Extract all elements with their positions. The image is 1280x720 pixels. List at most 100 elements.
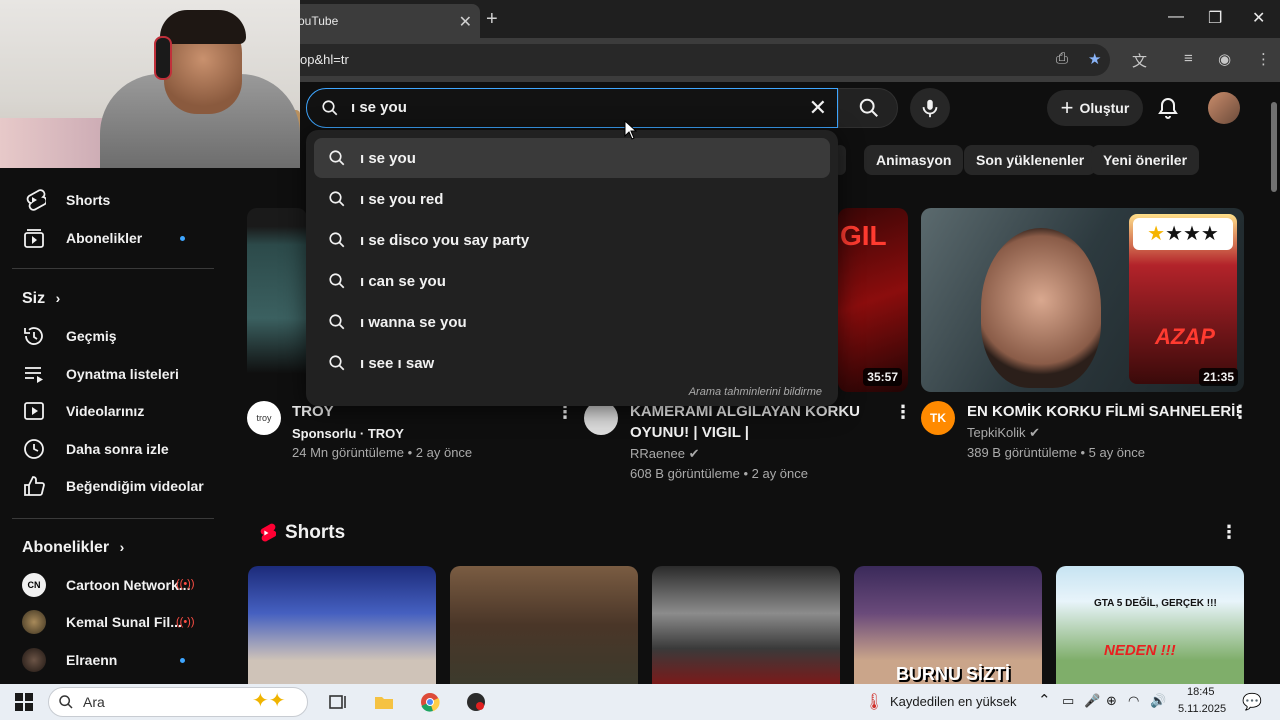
suggestion-item[interactable]: ı wanna se you (314, 302, 830, 342)
sidebar-you-header[interactable]: Siz › (22, 290, 60, 308)
microphone-tray-icon[interactable]: 🎤 (1084, 693, 1100, 709)
account-avatar[interactable] (1208, 92, 1240, 124)
chip-son-yuklenenler[interactable]: Son yüklenenler (964, 145, 1097, 175)
suggestion-text: ı see ı saw (360, 354, 435, 372)
suggestion-text: ı wanna se you (360, 313, 467, 331)
network-icon[interactable]: ⊕ (1106, 693, 1117, 709)
short-thumbnail[interactable] (248, 566, 436, 684)
webcam-headset (154, 36, 172, 80)
playlists-icon (25, 367, 43, 383)
minimize-icon[interactable]: — (1168, 8, 1184, 26)
sidebar-item-label: Geçmiş (66, 328, 117, 344)
video-thumbnail-troy[interactable] (247, 208, 307, 392)
short-overlay-text-2: NEDEN !!! (1104, 642, 1176, 659)
history-icon (24, 327, 43, 345)
chrome-icon[interactable] (420, 692, 440, 712)
sidebar-item-label: Beğendiğim videolar (66, 478, 204, 494)
short-thumbnail[interactable] (652, 566, 840, 684)
clock-time[interactable]: 18:45 (1187, 686, 1215, 698)
more-options-icon[interactable]: ⋮ (894, 402, 912, 423)
video-meta: 608 B görüntüleme • 2 ay önce (630, 466, 809, 481)
sidebar-item-liked-videos[interactable]: Beğendiğim videolar (12, 467, 212, 505)
video-thumbnail-tepkikolik[interactable]: ★★★★ AZAP 21:35 (921, 208, 1244, 392)
media-controls-icon[interactable]: ≡ (1184, 50, 1193, 67)
file-explorer-icon[interactable] (374, 692, 394, 712)
short-thumbnail[interactable]: GTA 5 DEĞİL, GERÇEK !!! NEDEN !!! (1056, 566, 1244, 684)
copilot-sparkle-icon[interactable]: ✦✦ (252, 688, 286, 713)
notifications-bell-icon[interactable] (1156, 96, 1180, 120)
short-thumbnail[interactable] (450, 566, 638, 684)
show-hidden-icons-icon[interactable]: ⌃ (1038, 691, 1051, 709)
address-bar[interactable]: op&hl=tr (260, 44, 1110, 76)
sidebar-item-your-videos[interactable]: Videolarınız (12, 392, 212, 430)
suggestion-item[interactable]: ı se disco you say party (314, 220, 830, 260)
search-icon (329, 273, 345, 289)
search-icon (329, 150, 345, 166)
suggestion-item[interactable]: ı se you red (314, 179, 830, 219)
sidebar-item-label: Kemal Sunal Fil... (66, 614, 182, 630)
channel-avatar[interactable]: troy (247, 401, 281, 435)
shorts-more-icon[interactable]: ⋮ (1220, 522, 1238, 543)
create-button[interactable]: + Oluştur (1047, 90, 1143, 126)
video-thumbnail-vigil[interactable]: GIL 35:57 (838, 208, 908, 392)
new-tab-icon[interactable]: + (486, 8, 498, 31)
subs-header-label: Abonelikler (22, 539, 110, 556)
sidebar-item-label: Cartoon Network... (66, 577, 191, 593)
channel-avatar[interactable]: TK (921, 401, 955, 435)
thermometer-icon: 🌡 (864, 694, 885, 711)
sidebar-item-shorts[interactable]: Shorts (12, 181, 212, 219)
sidebar-item-history[interactable]: Geçmiş (12, 317, 212, 355)
taskbar-app-icon[interactable]: ▭ (1062, 693, 1074, 709)
windows-start-icon[interactable] (14, 692, 34, 712)
restore-icon[interactable]: ❐ (1208, 8, 1222, 28)
channel-name[interactable]: RRaenee ✔ (630, 444, 699, 464)
chip-yeni-oneriler[interactable]: Yeni öneriler (1091, 145, 1200, 175)
page-scrollbar[interactable] (1268, 88, 1280, 684)
suggestion-item[interactable]: ı see ı saw (314, 343, 830, 383)
search-button[interactable] (838, 88, 898, 128)
sidebar-item-watch-later[interactable]: Daha sonra izle (12, 430, 212, 468)
chip-animasyon[interactable]: Animasyon (864, 145, 964, 175)
translate-icon[interactable]: 文 (1132, 50, 1147, 71)
notifications-icon[interactable]: 💬 (1242, 692, 1262, 712)
more-options-icon[interactable]: ⋮ (1231, 402, 1249, 423)
new-content-dot (180, 658, 185, 663)
install-app-icon[interactable]: ⎙ (1056, 50, 1068, 67)
sidebar-item-playlists[interactable]: Oynatma listeleri (12, 355, 212, 393)
voice-search-button[interactable] (910, 88, 950, 128)
wifi-icon[interactable]: ◠ (1128, 693, 1139, 709)
channel-avatar: CN (22, 573, 46, 597)
scrollbar-thumb[interactable] (1271, 102, 1277, 192)
task-view-icon[interactable] (328, 692, 348, 712)
browser-tab[interactable]: ouTube ✕ (286, 4, 480, 38)
clock-date[interactable]: 5.11.2025 (1178, 703, 1226, 715)
your-videos-icon (24, 402, 44, 420)
search-input[interactable]: ı se you ✕ (306, 88, 838, 128)
obs-recording-icon[interactable] (466, 692, 486, 712)
sidebar-subs-header[interactable]: Abonelikler › (22, 539, 124, 557)
chevron-right-icon: › (119, 539, 125, 555)
mouse-cursor-icon (624, 120, 638, 140)
video-title[interactable]: EN KOMİK KORKU FİLMİ SAHNELERİ! (967, 401, 1240, 422)
chrome-menu-icon[interactable]: ⋮ (1256, 50, 1271, 68)
suggestion-item[interactable]: ı can se you (314, 261, 830, 301)
tab-close-icon[interactable]: ✕ (459, 12, 472, 32)
channel-name[interactable]: TepkiKolik ✔ (967, 423, 1040, 443)
short-thumbnail[interactable]: BURNU SİZTİ (854, 566, 1042, 684)
channel-avatar[interactable] (584, 401, 618, 435)
sidebar-divider (12, 518, 214, 519)
volume-icon[interactable]: 🔊 (1150, 693, 1166, 709)
profile-icon[interactable]: ◉ (1218, 50, 1231, 68)
liked-icon (24, 476, 45, 496)
suggestion-item[interactable]: ı se you (314, 138, 830, 178)
clear-search-icon[interactable]: ✕ (809, 95, 827, 121)
search-query-text: ı se you (351, 99, 407, 116)
sidebar-item-label: Abonelikler (66, 230, 143, 246)
video-title-line2[interactable]: OYUNU! | VIGIL | (630, 422, 749, 443)
close-window-icon[interactable]: ✕ (1252, 8, 1265, 28)
thumbnail-text: AZAP (1155, 324, 1215, 349)
weather-text[interactable]: Kaydedilen en yüksek (890, 694, 1016, 709)
subscriptions-icon (24, 229, 44, 248)
bookmark-star-icon[interactable]: ★ (1088, 50, 1101, 68)
report-predictions-link[interactable]: Arama tahminlerini bildirme (689, 386, 822, 398)
